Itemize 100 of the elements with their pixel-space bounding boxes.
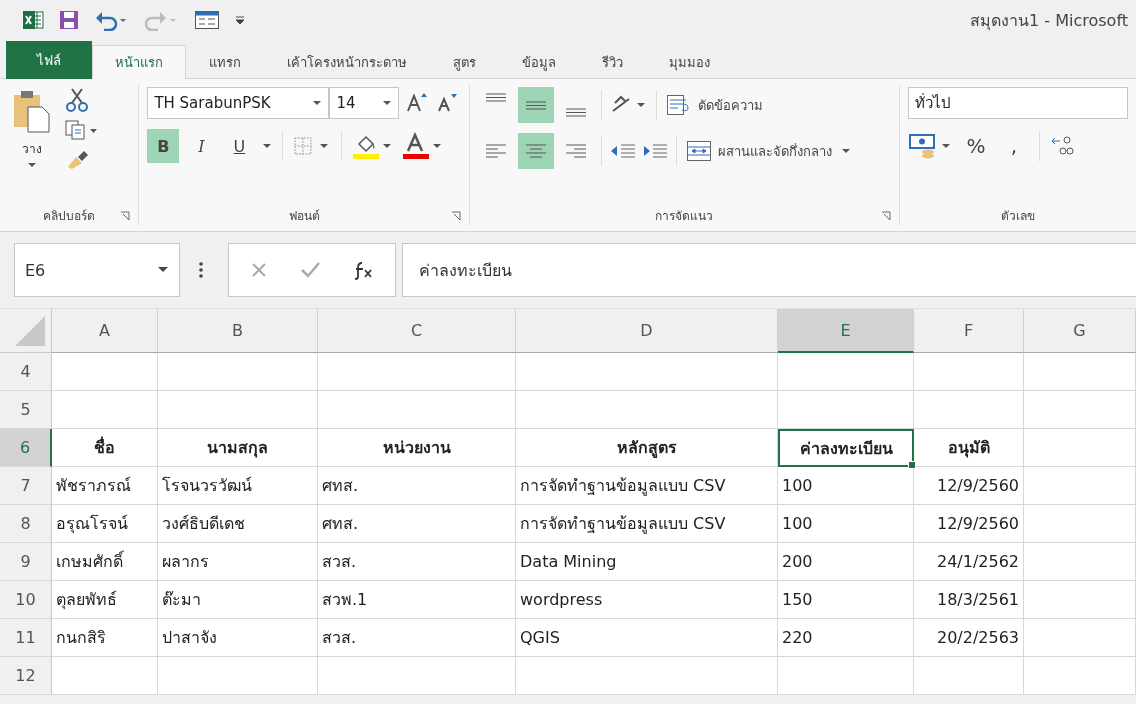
column-title-cell[interactable]: ชื่อ (52, 429, 158, 467)
ribbon-tab[interactable]: รีวิว (579, 45, 646, 79)
copy-icon[interactable] (64, 119, 100, 141)
empty-cell[interactable] (778, 353, 914, 391)
horizontal-align-button[interactable] (517, 133, 554, 169)
table-cell[interactable]: วงศ์ธิบดีเดช (158, 505, 318, 543)
empty-cell[interactable] (1024, 619, 1136, 657)
table-cell[interactable]: ผลากร (158, 543, 318, 581)
row-header[interactable]: 10 (0, 581, 52, 619)
table-cell[interactable]: wordpress (516, 581, 778, 619)
empty-cell[interactable] (914, 657, 1024, 695)
formula-input[interactable]: ค่าลงทะเบียน (402, 243, 1136, 297)
column-title-cell[interactable]: อนุมัติ (914, 429, 1024, 467)
merge-center-button[interactable]: ผสานและจัดกึ่งกลาง (683, 140, 854, 162)
caret-icon[interactable] (261, 142, 274, 150)
dialog-launcher-icon[interactable] (120, 211, 131, 221)
column-title-cell[interactable]: หลักสูตร (516, 429, 778, 467)
table-cell[interactable]: สวส. (318, 619, 516, 657)
file-tab[interactable]: ไฟล์ (6, 41, 92, 79)
column-header[interactable]: E (778, 309, 914, 353)
italic-button[interactable]: I (185, 129, 218, 163)
empty-cell[interactable] (516, 657, 778, 695)
ribbon-tab[interactable]: เค้าโครงหน้ากระดาษ (264, 45, 430, 79)
table-cell[interactable]: สวส. (318, 543, 516, 581)
column-header[interactable]: F (914, 309, 1024, 353)
empty-cell[interactable] (1024, 353, 1136, 391)
vertical-align-button[interactable] (517, 87, 554, 123)
ribbon-tab[interactable]: มุมมอง (646, 45, 733, 79)
table-cell[interactable]: การจัดทำฐานข้อมูลแบบ CSV (516, 467, 778, 505)
empty-cell[interactable] (158, 391, 318, 429)
table-cell[interactable]: สวพ.1 (318, 581, 516, 619)
table-cell[interactable]: 100 (778, 467, 914, 505)
empty-cell[interactable] (318, 353, 516, 391)
table-cell[interactable]: 12/9/2560 (914, 467, 1024, 505)
table-cell[interactable]: ต๊ะมา (158, 581, 318, 619)
column-header[interactable]: C (318, 309, 516, 353)
font-size-dropdown[interactable]: 14 (329, 87, 400, 119)
row-header[interactable]: 11 (0, 619, 52, 657)
column-title-cell[interactable]: นามสกุล (158, 429, 318, 467)
name-box[interactable]: E6 (14, 243, 180, 297)
empty-cell[interactable] (158, 353, 318, 391)
ribbon-tab[interactable]: แทรก (186, 45, 264, 79)
row-header[interactable]: 8 (0, 505, 52, 543)
percent-button[interactable]: % (960, 129, 992, 163)
empty-cell[interactable] (318, 657, 516, 695)
more-icon[interactable] (198, 260, 204, 280)
row-header[interactable]: 12 (0, 657, 52, 695)
select-all-icon[interactable] (13, 314, 47, 348)
table-cell[interactable]: เกษมศักดิ์ (52, 543, 158, 581)
table-cell[interactable]: 18/3/2561 (914, 581, 1024, 619)
table-cell[interactable]: Data Mining (516, 543, 778, 581)
table-cell[interactable]: ปาสาจัง (158, 619, 318, 657)
empty-cell[interactable] (778, 657, 914, 695)
empty-cell[interactable] (516, 391, 778, 429)
row-header[interactable]: 4 (0, 353, 52, 391)
column-title-cell[interactable]: ค่าลงทะเบียน (778, 429, 914, 467)
underline-button[interactable]: U (223, 129, 256, 163)
save-icon[interactable] (58, 9, 80, 31)
column-header[interactable]: A (52, 309, 158, 353)
table-cell[interactable]: QGIS (516, 619, 778, 657)
empty-cell[interactable] (1024, 657, 1136, 695)
comma-button[interactable]: , (998, 129, 1030, 163)
enter-icon[interactable] (299, 260, 321, 280)
empty-cell[interactable] (778, 391, 914, 429)
table-cell[interactable]: 200 (778, 543, 914, 581)
column-header[interactable]: D (516, 309, 778, 353)
paste-button[interactable]: วาง (8, 87, 56, 205)
excel-logo-icon[interactable] (22, 9, 44, 31)
form-icon[interactable] (194, 9, 220, 31)
dialog-launcher-icon[interactable] (450, 211, 461, 221)
table-cell[interactable]: 150 (778, 581, 914, 619)
empty-cell[interactable] (1024, 467, 1136, 505)
cut-icon[interactable] (64, 87, 90, 113)
table-cell[interactable]: 220 (778, 619, 914, 657)
bold-button[interactable]: B (147, 129, 180, 163)
empty-cell[interactable] (318, 391, 516, 429)
fill-handle[interactable] (908, 461, 916, 469)
increase-decimal-icon[interactable] (1049, 134, 1075, 158)
empty-cell[interactable] (158, 657, 318, 695)
column-header[interactable]: G (1024, 309, 1136, 353)
table-cell[interactable]: โรจนวรวัฒน์ (158, 467, 318, 505)
number-format-dropdown[interactable]: ทั่วไป (908, 87, 1128, 119)
table-cell[interactable]: ศทส. (318, 505, 516, 543)
font-name-dropdown[interactable]: TH SarabunPSK (147, 87, 330, 119)
table-cell[interactable]: 12/9/2560 (914, 505, 1024, 543)
ribbon-tab[interactable]: หน้าแรก (92, 45, 186, 79)
table-cell[interactable]: 20/2/2563 (914, 619, 1024, 657)
row-header[interactable]: 9 (0, 543, 52, 581)
table-cell[interactable]: 24/1/2562 (914, 543, 1024, 581)
column-title-cell[interactable]: หน่วยงาน (318, 429, 516, 467)
table-cell[interactable]: ตุลยพัทธ์ (52, 581, 158, 619)
empty-cell[interactable] (516, 353, 778, 391)
ribbon-tab[interactable]: ข้อมูล (499, 45, 579, 79)
empty-cell[interactable] (1024, 391, 1136, 429)
empty-cell[interactable] (1024, 581, 1136, 619)
row-header[interactable]: 5 (0, 391, 52, 429)
empty-cell[interactable] (914, 391, 1024, 429)
ribbon-tab[interactable]: สูตร (430, 45, 499, 79)
row-header[interactable]: 7 (0, 467, 52, 505)
table-cell[interactable]: 100 (778, 505, 914, 543)
